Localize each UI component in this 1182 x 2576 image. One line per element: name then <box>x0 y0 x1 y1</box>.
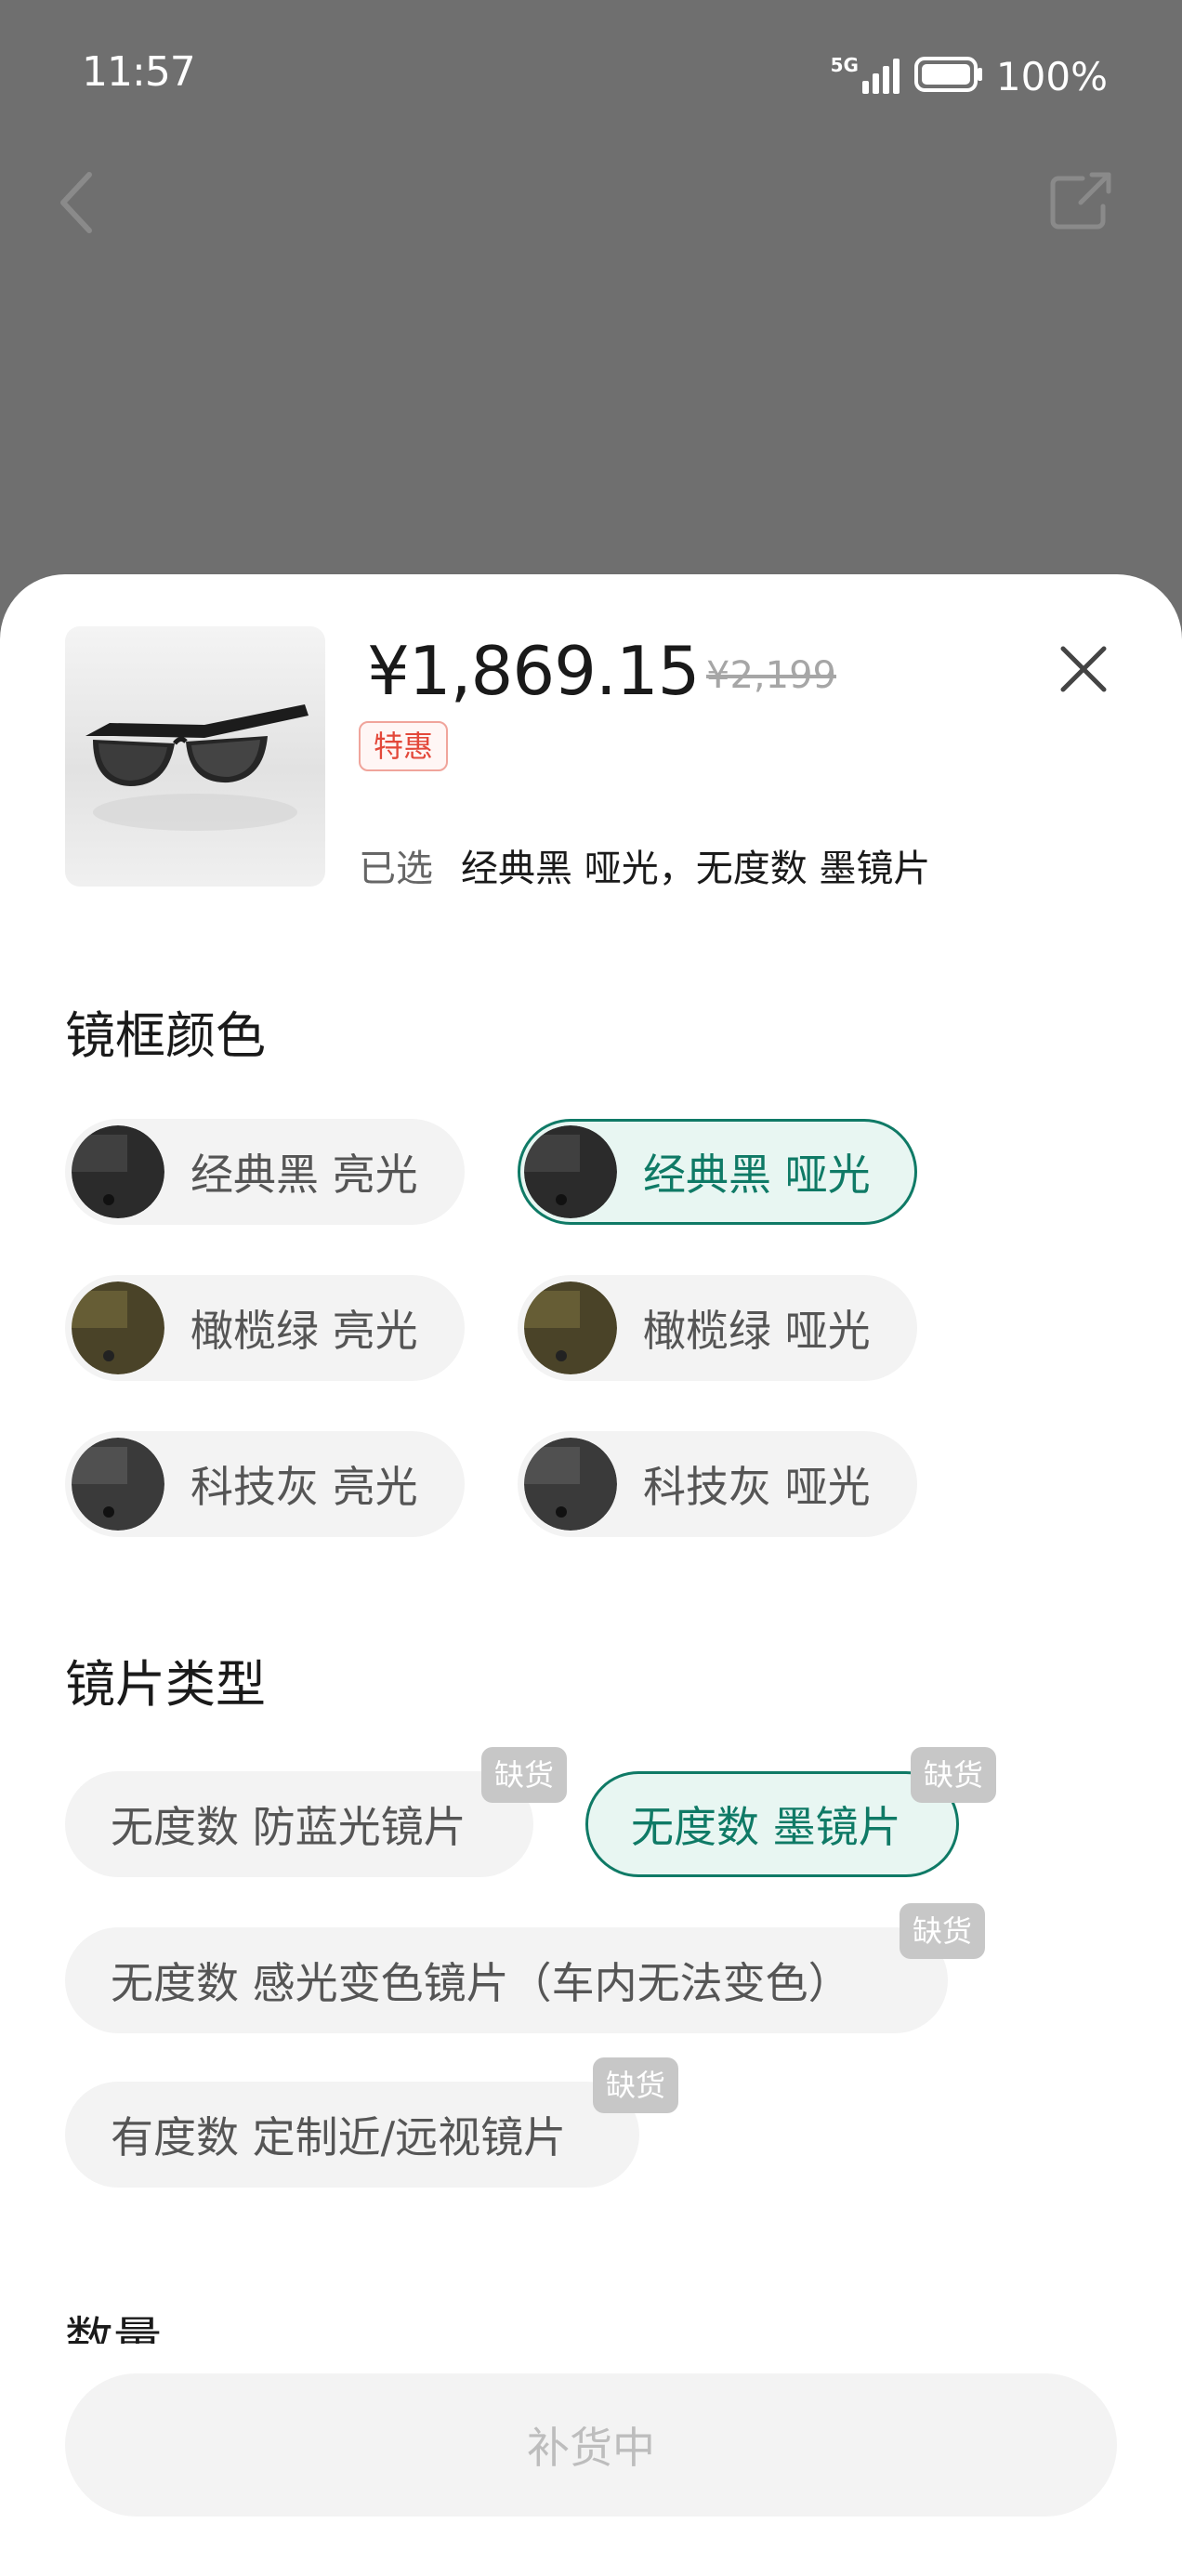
original-price: ¥2,199 <box>706 654 836 697</box>
close-icon <box>1060 646 1107 692</box>
battery-percent: 100% <box>995 53 1108 99</box>
selected-summary: 已选 经典黑 哑光，无度数 墨镜片 <box>359 838 930 892</box>
frame-option-tech-gray-glossy[interactable]: 科技灰 亮光 <box>65 1431 465 1537</box>
chevron-left-icon <box>60 172 92 233</box>
lens-option-label: 无度数 墨镜片 <box>631 1802 901 1852</box>
lens-option-label: 有度数 定制近/远视镜片 <box>111 2112 567 2162</box>
sku-selector-sheet: ¥1,869.15 ¥2,199 特惠 已选 经典黑 哑光，无度数 墨镜片 镜框… <box>0 574 1182 2576</box>
status-bar: 11:57 5G 100% <box>0 0 1182 153</box>
out-of-stock-badge: 缺货 <box>900 1903 986 1959</box>
lens-option-label: 无度数 感光变色镜片（车内无法变色） <box>111 1958 851 2008</box>
frame-swatch <box>524 1438 617 1531</box>
close-button[interactable] <box>1056 641 1111 697</box>
frame-option-label: 橄榄绿 哑光 <box>643 1306 871 1356</box>
frame-swatch <box>72 1281 164 1374</box>
status-indicators: 5G 100% <box>831 48 1108 104</box>
battery-icon <box>913 56 983 97</box>
frame-option-olive-green-glossy[interactable]: 橄榄绿 亮光 <box>65 1275 465 1381</box>
lens-type-title: 镜片类型 <box>65 1655 266 1714</box>
selected-value: 经典黑 哑光，无度数 墨镜片 <box>461 848 931 890</box>
frame-option-label: 经典黑 哑光 <box>643 1150 871 1200</box>
signal-icon: 5G <box>830 54 901 96</box>
lens-option-label: 无度数 防蓝光镜片 <box>111 1802 466 1852</box>
frame-swatch <box>72 1125 164 1218</box>
promo-badge: 特惠 <box>359 721 449 771</box>
selected-label: 已选 <box>359 848 433 890</box>
quantity-title: 数量 <box>65 2313 163 2344</box>
frame-option-label: 科技灰 哑光 <box>643 1462 871 1512</box>
frame-option-olive-green-matte[interactable]: 橄榄绿 哑光 <box>518 1275 917 1381</box>
current-price: ¥1,869.15 <box>367 632 700 710</box>
status-time: 11:57 <box>82 48 196 96</box>
out-of-stock-badge: 缺货 <box>593 2057 679 2113</box>
sunglasses-image <box>85 704 309 831</box>
lens-option-anti-blue[interactable]: 无度数 防蓝光镜片 <box>65 1771 533 1877</box>
frame-option-classic-black-glossy[interactable]: 经典黑 亮光 <box>65 1119 465 1225</box>
frame-swatch <box>72 1438 164 1531</box>
network-label: 5G <box>830 54 859 76</box>
out-of-stock-badge: 缺货 <box>481 1747 568 1803</box>
lens-option-sunglasses[interactable]: 无度数 墨镜片 <box>585 1771 959 1877</box>
frame-option-label: 橄榄绿 亮光 <box>190 1306 418 1356</box>
frame-option-label: 经典黑 亮光 <box>190 1150 418 1200</box>
restock-button[interactable]: 补货中 <box>65 2373 1117 2517</box>
out-of-stock-badge: 缺货 <box>911 1747 997 1803</box>
lens-option-photochromic[interactable]: 无度数 感光变色镜片（车内无法变色） <box>65 1927 948 2033</box>
lens-option-prescription[interactable]: 有度数 定制近/远视镜片 <box>65 2082 639 2188</box>
back-button[interactable] <box>46 165 112 240</box>
frame-swatch <box>524 1125 617 1218</box>
frame-swatch <box>524 1281 617 1374</box>
share-button[interactable] <box>1045 165 1118 240</box>
frame-option-label: 科技灰 亮光 <box>190 1462 418 1512</box>
frame-option-tech-gray-matte[interactable]: 科技灰 哑光 <box>518 1431 917 1537</box>
share-icon <box>1050 172 1111 230</box>
frame-color-title: 镜框颜色 <box>65 1006 266 1065</box>
product-image <box>65 626 325 887</box>
frame-option-classic-black-matte[interactable]: 经典黑 哑光 <box>518 1119 917 1225</box>
